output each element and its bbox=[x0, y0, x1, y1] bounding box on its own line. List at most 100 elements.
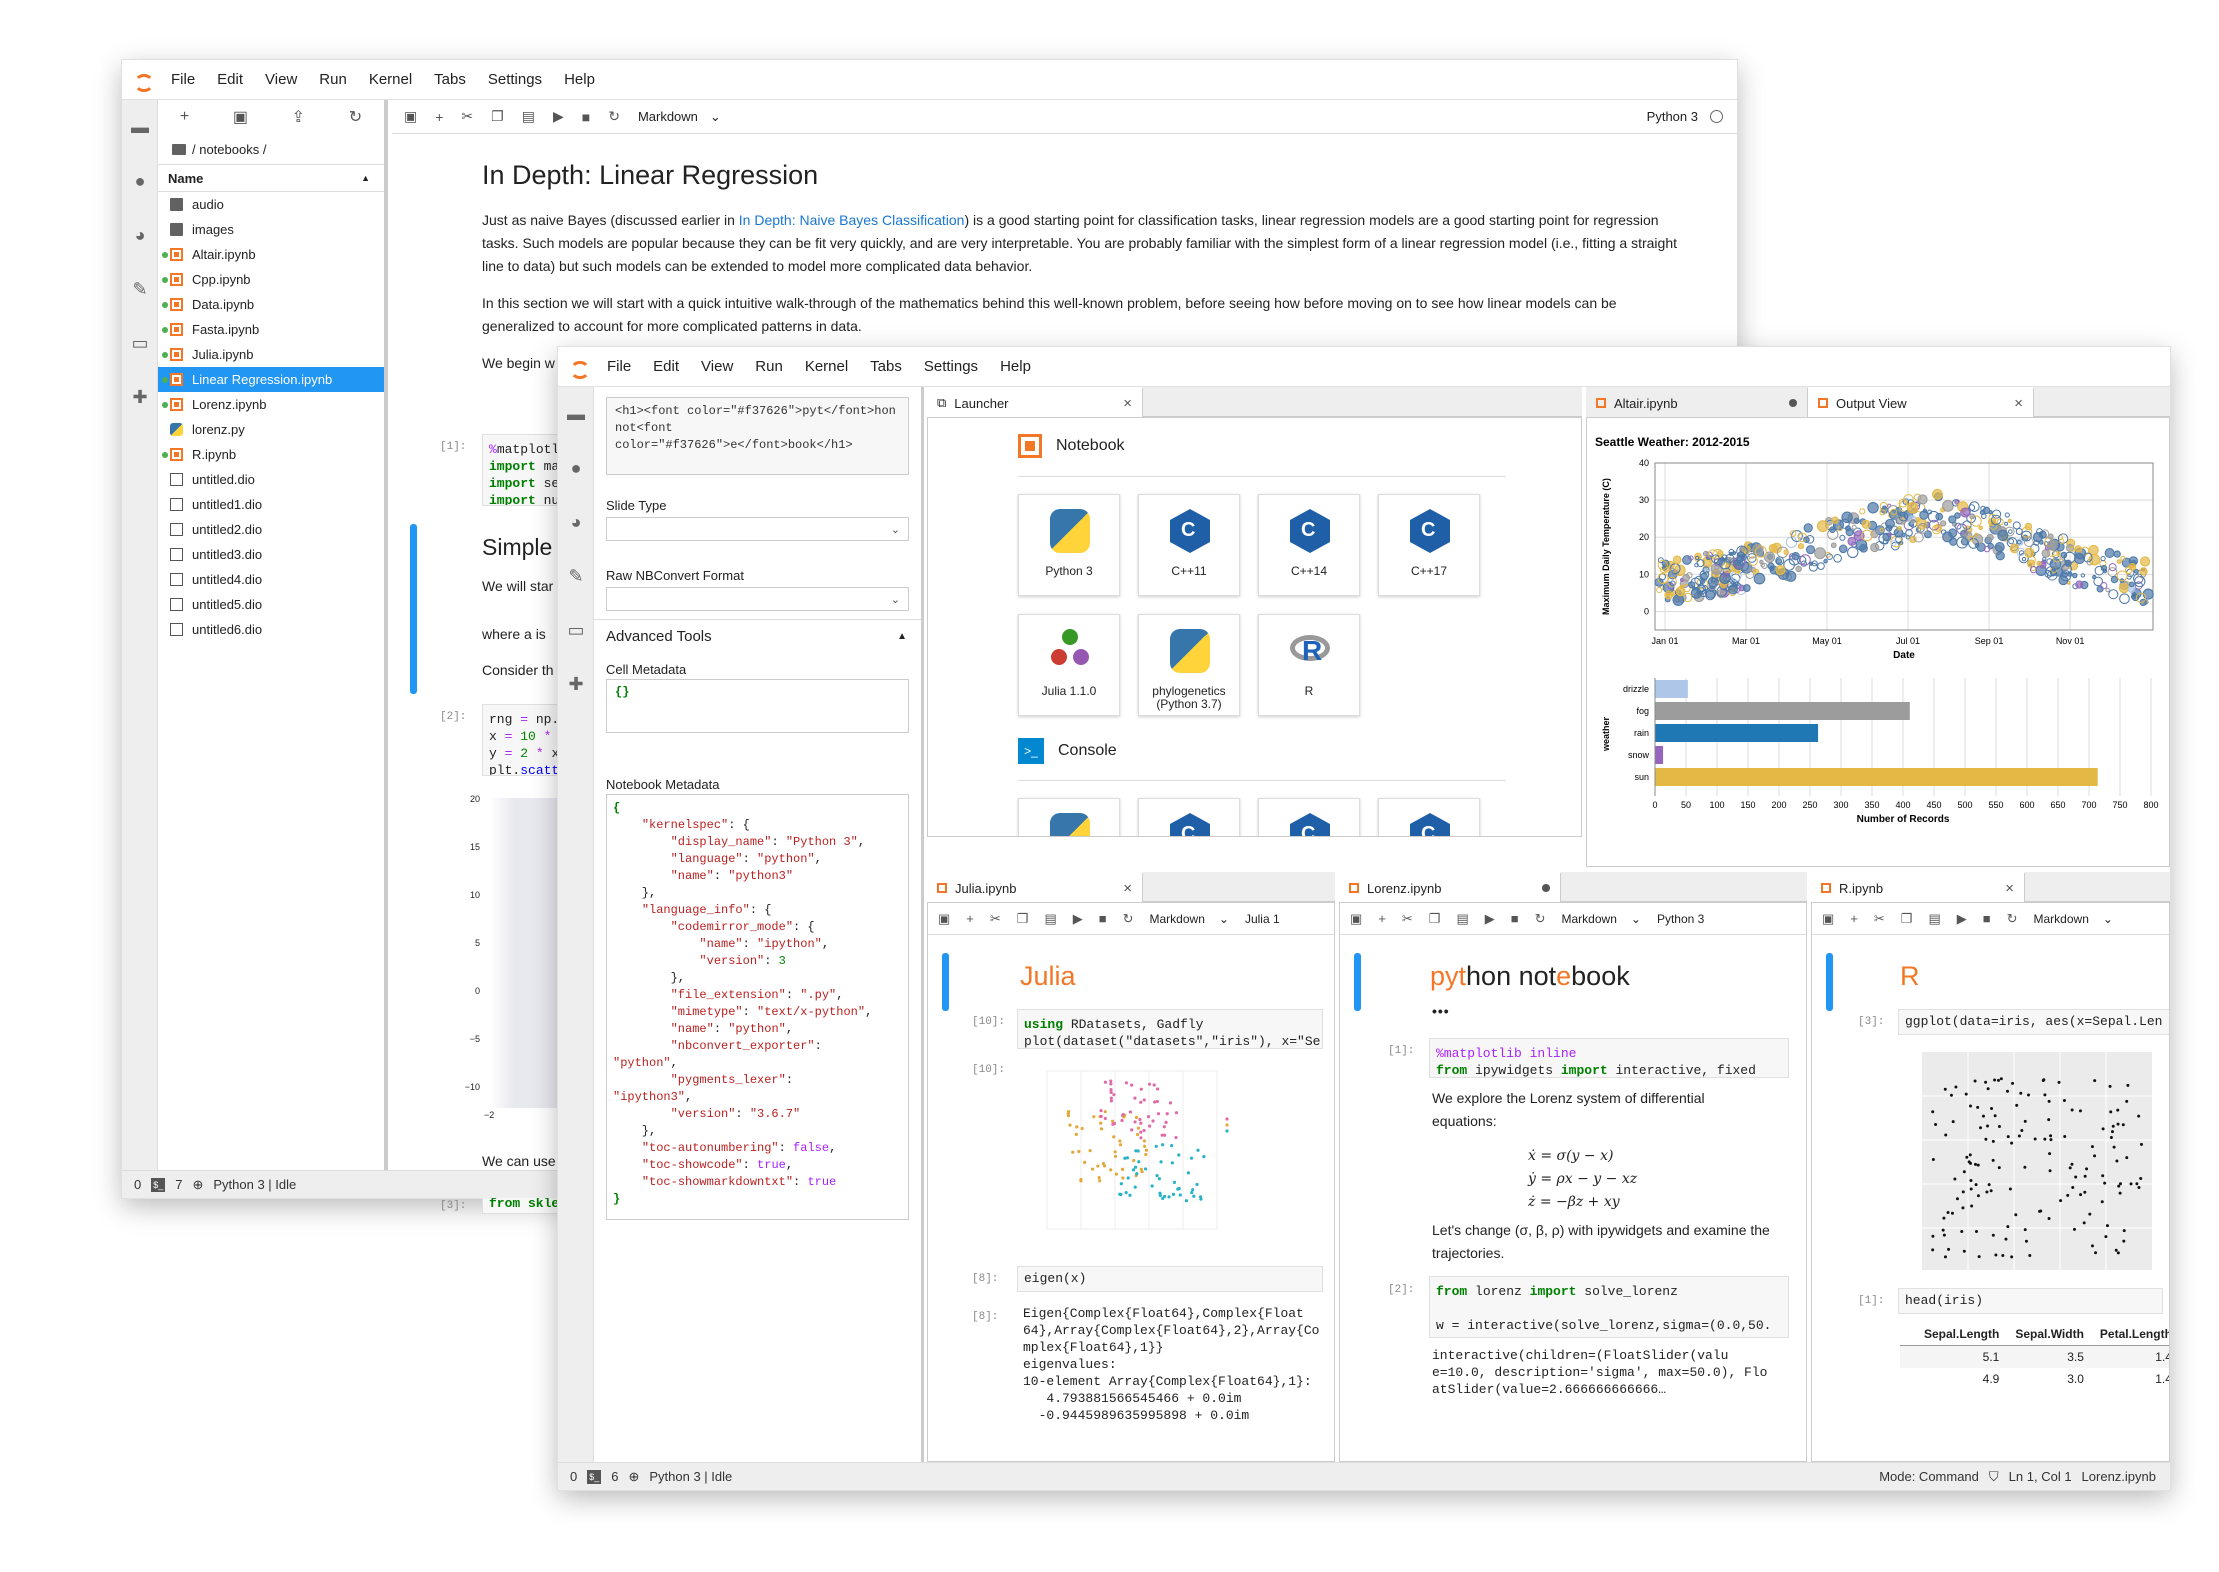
tabs-icon[interactable]: ▭ bbox=[558, 603, 594, 657]
tab-julia[interactable]: Julia.ipynb × bbox=[927, 872, 1143, 902]
collapsed-cells-ellipsis[interactable]: ••• bbox=[1432, 1003, 1450, 1019]
file-item[interactable]: untitled2.dio bbox=[158, 517, 384, 542]
kernel-card[interactable]: CC++11 bbox=[1138, 494, 1240, 596]
kernel-name[interactable]: Python 3 bbox=[1657, 912, 1704, 926]
tab-launcher[interactable]: ⧉ Launcher × bbox=[927, 387, 1143, 417]
extension-icon[interactable]: ✚ bbox=[122, 370, 158, 424]
file-item[interactable]: untitled.dio bbox=[158, 467, 384, 492]
save-icon[interactable]: ▣ bbox=[1350, 911, 1362, 927]
file-item[interactable]: untitled5.dio bbox=[158, 592, 384, 617]
menu-tabs[interactable]: Tabs bbox=[423, 71, 477, 88]
kernel-card[interactable]: RR bbox=[1258, 614, 1360, 716]
kernel-status-text[interactable]: Python 3 | Idle bbox=[649, 1469, 732, 1484]
add-cell-icon[interactable]: + bbox=[435, 109, 443, 125]
cell-type-select[interactable]: Markdown ⌄ bbox=[2034, 912, 2113, 926]
r-code-cell-2[interactable]: head(iris) bbox=[1898, 1288, 2163, 1314]
run-icon[interactable]: ▶ bbox=[1957, 911, 1967, 927]
run-icon[interactable]: ▶ bbox=[1073, 911, 1083, 927]
paste-icon[interactable]: ▤ bbox=[1044, 911, 1056, 927]
kernel-card[interactable]: Julia 1.1.0 bbox=[1018, 614, 1120, 716]
kernel-name[interactable]: Julia 1 bbox=[1245, 912, 1280, 926]
tab-r[interactable]: R.ipynb × bbox=[1811, 872, 2025, 902]
menu-file[interactable]: File bbox=[596, 358, 642, 375]
running-icon[interactable]: ● bbox=[558, 441, 594, 495]
julia-code-cell-1[interactable]: using RDatasets, Gadfly plot(dataset("da… bbox=[1017, 1009, 1323, 1049]
cell-type-select[interactable]: Markdown ⌄ bbox=[1562, 912, 1641, 926]
stop-icon[interactable]: ■ bbox=[582, 109, 590, 125]
folder-icon[interactable] bbox=[172, 143, 186, 155]
kernel-indicator[interactable]: Python 3 bbox=[1647, 109, 1723, 124]
restart-icon[interactable]: ↻ bbox=[2007, 911, 2018, 927]
kernel-card[interactable]: phylogenetics (Python 3.7) bbox=[1138, 614, 1240, 716]
file-item[interactable]: Data.ipynb bbox=[158, 292, 384, 317]
upload-icon[interactable]: ⇪ bbox=[292, 107, 305, 127]
file-item[interactable]: untitled4.dio bbox=[158, 567, 384, 592]
stop-icon[interactable]: ■ bbox=[1983, 911, 1991, 926]
folder-icon[interactable]: ▬ bbox=[122, 100, 158, 154]
copy-icon[interactable]: ❐ bbox=[1017, 911, 1029, 927]
file-item[interactable]: R.ipynb bbox=[158, 442, 384, 467]
paste-icon[interactable]: ▤ bbox=[1456, 911, 1468, 927]
save-icon[interactable]: ▣ bbox=[404, 108, 417, 125]
run-icon[interactable]: ▶ bbox=[1485, 911, 1495, 927]
close-icon[interactable]: × bbox=[1123, 395, 1132, 412]
cell-type-select[interactable]: Markdown ⌄ bbox=[638, 109, 721, 125]
kernel-card[interactable]: CC++11 bbox=[1138, 798, 1240, 836]
menu-view[interactable]: View bbox=[690, 358, 744, 375]
add-cell-icon[interactable]: + bbox=[1378, 911, 1386, 926]
new-launcher-icon[interactable]: + bbox=[180, 108, 189, 126]
stop-icon[interactable]: ■ bbox=[1099, 911, 1107, 926]
kernel-card[interactable]: CC++17 bbox=[1378, 798, 1480, 836]
file-item[interactable]: Fasta.ipynb bbox=[158, 317, 384, 342]
palette-icon[interactable]: ◕ bbox=[122, 208, 158, 262]
refresh-icon[interactable]: ↻ bbox=[349, 107, 362, 127]
tab-output-view[interactable]: Output View × bbox=[1808, 387, 2034, 417]
add-cell-icon[interactable]: + bbox=[966, 911, 974, 926]
new-folder-icon[interactable]: ▣ bbox=[233, 107, 248, 127]
close-icon[interactable]: × bbox=[2014, 395, 2023, 412]
wrench-icon[interactable]: ✎ bbox=[558, 549, 594, 603]
lorenz-code-cell-1[interactable]: %matplotlib inline from ipywidgets impor… bbox=[1429, 1038, 1789, 1078]
cut-icon[interactable]: ✂ bbox=[1874, 911, 1885, 927]
cell-metadata-editor[interactable]: {} bbox=[606, 679, 909, 733]
menu-edit[interactable]: Edit bbox=[642, 358, 690, 375]
cell-type-select[interactable]: Markdown ⌄ bbox=[1150, 912, 1229, 926]
breadcrumb-path[interactable]: / notebooks / bbox=[192, 142, 266, 157]
run-icon[interactable]: ▶ bbox=[553, 108, 564, 125]
slide-type-select[interactable]: ⌄ bbox=[606, 517, 909, 541]
extension-icon[interactable]: ✚ bbox=[558, 657, 594, 711]
running-icon[interactable]: ● bbox=[122, 154, 158, 208]
save-icon[interactable]: ▣ bbox=[1822, 911, 1834, 927]
tab-altair[interactable]: Altair.ipynb bbox=[1586, 387, 1808, 417]
menu-edit[interactable]: Edit bbox=[206, 71, 254, 88]
stop-icon[interactable]: ■ bbox=[1511, 911, 1519, 926]
kernel-status-text[interactable]: Python 3 | Idle bbox=[213, 1177, 296, 1192]
tabs-icon[interactable]: ▭ bbox=[122, 316, 158, 370]
file-item[interactable]: Julia.ipynb bbox=[158, 342, 384, 367]
add-cell-icon[interactable]: + bbox=[1850, 911, 1858, 926]
restart-icon[interactable]: ↻ bbox=[1535, 911, 1546, 927]
r-code-cell-1[interactable]: ggplot(data=iris, aes(x=Sepal.Len bbox=[1898, 1009, 2169, 1035]
paste-icon[interactable]: ▤ bbox=[522, 108, 535, 125]
file-item[interactable]: images bbox=[158, 217, 384, 242]
menu-run[interactable]: Run bbox=[744, 358, 794, 375]
cell-source-preview[interactable]: <h1><font color="#f37626">pyt</font>hon … bbox=[606, 397, 909, 475]
folder-icon[interactable]: ▬ bbox=[558, 387, 594, 441]
menu-help[interactable]: Help bbox=[989, 358, 1042, 375]
menu-view[interactable]: View bbox=[254, 71, 308, 88]
menu-settings[interactable]: Settings bbox=[913, 358, 989, 375]
menu-kernel[interactable]: Kernel bbox=[358, 71, 423, 88]
file-item[interactable]: Altair.ipynb bbox=[158, 242, 384, 267]
tab-lorenz[interactable]: Lorenz.ipynb bbox=[1339, 872, 1561, 902]
raw-nbconvert-select[interactable]: ⌄ bbox=[606, 587, 909, 611]
markdown-cell[interactable]: In Depth: Linear Regression Just as naiv… bbox=[392, 134, 1737, 375]
copy-icon[interactable]: ❐ bbox=[1429, 911, 1441, 927]
file-item[interactable]: Lorenz.ipynb bbox=[158, 392, 384, 417]
copy-icon[interactable]: ❐ bbox=[491, 108, 504, 125]
file-item[interactable]: untitled1.dio bbox=[158, 492, 384, 517]
file-item[interactable]: untitled3.dio bbox=[158, 542, 384, 567]
restart-icon[interactable]: ↻ bbox=[1123, 911, 1134, 927]
menu-tabs[interactable]: Tabs bbox=[859, 358, 913, 375]
julia-code-cell-2[interactable]: eigen(x) bbox=[1017, 1266, 1323, 1292]
paste-icon[interactable]: ▤ bbox=[1928, 911, 1940, 927]
